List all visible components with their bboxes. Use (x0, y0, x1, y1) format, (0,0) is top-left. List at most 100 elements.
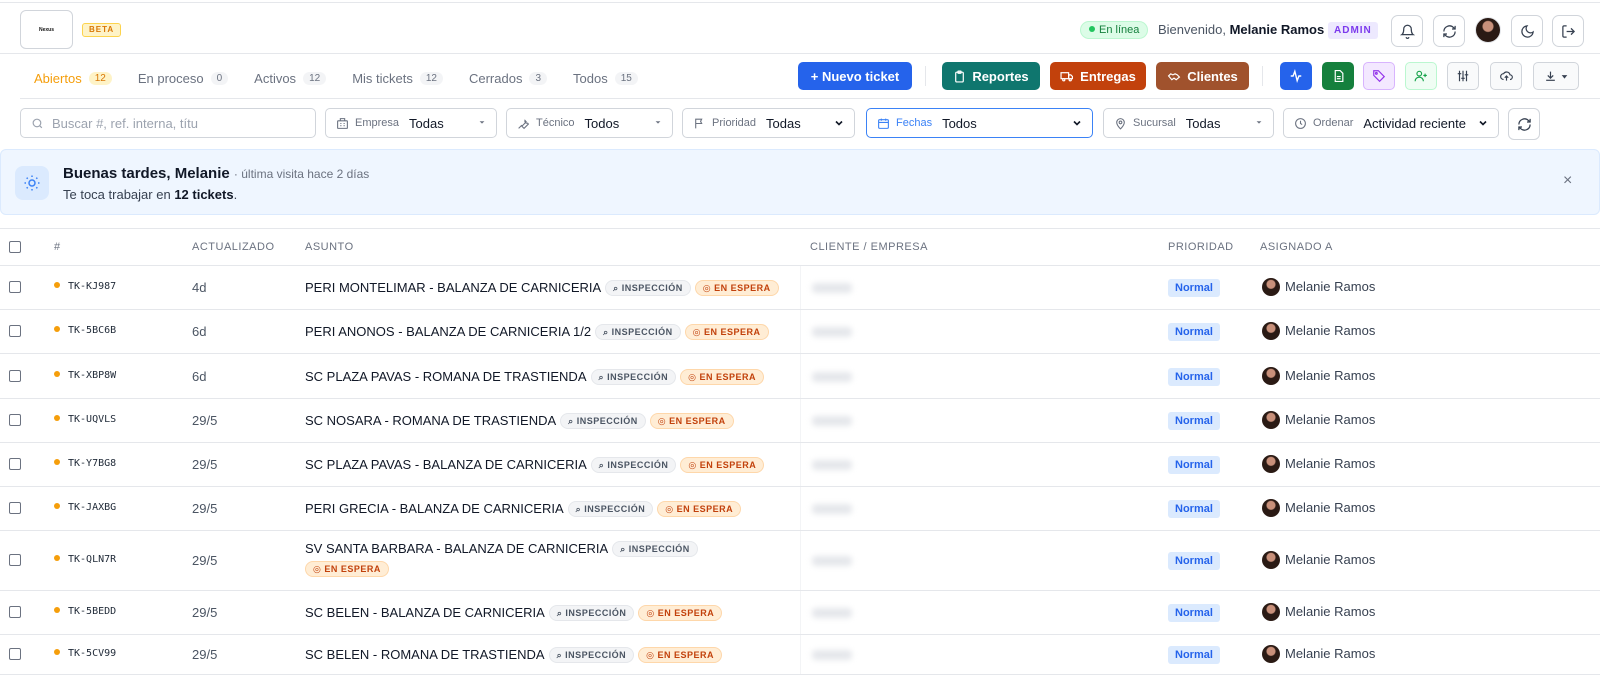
document-button[interactable] (1322, 62, 1354, 90)
ticket-id[interactable]: TK-Y7BG8 (54, 458, 116, 469)
clients-button[interactable]: Clientes (1156, 62, 1249, 90)
filter-ordenar[interactable]: Ordenar Actividad reciente (1283, 108, 1499, 138)
refresh-icon (1442, 24, 1456, 38)
ticket-subject[interactable]: SC PLAZA PAVAS - ROMANA DE TRASTIENDA ⌕ I… (305, 367, 795, 387)
ticket-id-text: TK-5CV99 (68, 648, 117, 659)
logout-button[interactable] (1552, 15, 1584, 47)
ticket-id[interactable]: TK-UQVLS (54, 414, 116, 425)
pause-icon: ◎ (313, 564, 322, 574)
add-user-button[interactable] (1405, 62, 1437, 90)
ticket-id[interactable]: TK-KJ987 (54, 281, 116, 292)
table-row[interactable]: TK-KJ987 4d PERI MONTELIMAR - BALANZA DE C… (0, 266, 1600, 310)
filter-value: Todos (584, 115, 620, 131)
ticket-id-text: TK-JAXBG (68, 502, 117, 513)
search-icon: ⌕ (613, 283, 619, 293)
ticket-subject[interactable]: PERI GRECIA - BALANZA DE CARNICERIA ⌕ INS… (305, 499, 795, 519)
column-header-updated[interactable]: ACTUALIZADO (192, 241, 275, 253)
flag-icon (695, 118, 703, 128)
upload-button[interactable] (1490, 62, 1522, 90)
column-header-assigned[interactable]: ASIGNADO A (1260, 241, 1333, 253)
ticket-subject[interactable]: SV SANTA BARBARA - BALANZA DE CARNICERIA… (305, 539, 795, 579)
table-row[interactable]: TK-5BEDD 29/5 SC BELEN - BALANZA DE CARNIC… (0, 591, 1600, 635)
row-checkbox[interactable] (9, 325, 21, 337)
ticket-id[interactable]: TK-5CV99 (54, 648, 116, 659)
column-header-priority[interactable]: PRIORIDAD (1168, 241, 1234, 253)
adjustments-button[interactable] (1447, 62, 1479, 90)
reports-button[interactable]: Reportes (942, 62, 1040, 90)
sync-button[interactable] (1433, 15, 1465, 47)
notifications-button[interactable] (1391, 15, 1423, 47)
row-checkbox[interactable] (9, 554, 21, 566)
filter-empresa[interactable]: Empresa Todas (325, 108, 497, 138)
table-row[interactable]: TK-Y7BG8 29/5 SC PLAZA PAVAS - BALANZA DE … (0, 443, 1600, 487)
ticket-subject[interactable]: SC BELEN - BALANZA DE CARNICERIA ⌕ INSPEC… (305, 603, 795, 623)
clients-label: Clientes (1187, 68, 1238, 84)
status-dot-icon (54, 459, 60, 465)
row-checkbox[interactable] (9, 648, 21, 660)
tags-button[interactable] (1363, 62, 1395, 90)
pause-icon: ◎ (688, 372, 697, 382)
row-checkbox[interactable] (9, 414, 21, 426)
table-row[interactable]: TK-5BC6B 6d PERI ANONOS - BALANZA DE CARNI… (0, 310, 1600, 354)
new-ticket-button[interactable]: + Nuevo ticket (798, 62, 912, 90)
ticket-id[interactable]: TK-XBP8W (54, 370, 116, 381)
ticket-id[interactable]: TK-5BC6B (54, 325, 116, 336)
filter-prioridad[interactable]: Prioridad Todas (682, 108, 855, 138)
filter-sucursal[interactable]: Sucursal Todas (1103, 108, 1274, 138)
table-row[interactable]: TK-XBP8W 6d SC PLAZA PAVAS - ROMANA DE TRA… (0, 354, 1600, 399)
tab-todos[interactable]: Todos 15 (573, 68, 638, 88)
theme-toggle-button[interactable] (1511, 15, 1543, 47)
waiting-badge: ◎ EN ESPERA (657, 501, 742, 517)
filter-tecnico[interactable]: Técnico Todos (506, 108, 673, 138)
row-checkbox[interactable] (9, 606, 21, 618)
ticket-subject[interactable]: SC NOSARA - ROMANA DE TRASTIENDA ⌕ INSPEC… (305, 411, 795, 431)
reports-label: Reportes (972, 68, 1029, 84)
app-logo[interactable]: Nexus (20, 10, 73, 49)
column-header-id[interactable]: # (54, 241, 61, 253)
ticket-subject[interactable]: SC BELEN - ROMANA DE TRASTIENDA ⌕ INSPECC… (305, 645, 795, 665)
ticket-subject[interactable]: SC PLAZA PAVAS - BALANZA DE CARNICERIA ⌕ … (305, 455, 795, 475)
ticket-subject[interactable]: PERI ANONOS - BALANZA DE CARNICERIA 1/2 ⌕… (305, 322, 795, 342)
table-row[interactable]: TK-UQVLS 29/5 SC NOSARA - ROMANA DE TRASTI… (0, 399, 1600, 443)
subject-text: SC PLAZA PAVAS - ROMANA DE TRASTIENDA (305, 369, 587, 384)
row-checkbox[interactable] (9, 370, 21, 382)
ticket-subject[interactable]: PERI MONTELIMAR - BALANZA DE CARNICERIA ⌕… (305, 278, 795, 298)
table-row[interactable]: TK-5CV99 29/5 SC BELEN - ROMANA DE TRASTIE… (0, 635, 1600, 675)
refresh-list-button[interactable] (1508, 108, 1540, 140)
tab-activos[interactable]: Activos 12 (254, 68, 327, 88)
deliveries-button[interactable]: Entregas (1050, 62, 1146, 90)
ticket-id[interactable]: TK-JAXBG (54, 502, 116, 513)
tag-icon (1373, 70, 1386, 83)
subject-text: PERI ANONOS - BALANZA DE CARNICERIA 1/2 (305, 324, 592, 339)
tab-cerrados[interactable]: Cerrados 3 (469, 68, 548, 88)
select-all-checkbox[interactable] (9, 241, 21, 253)
updated-time: 29/5 (192, 457, 218, 472)
ticket-id[interactable]: TK-QLN7R (54, 554, 116, 565)
welcome-text: Bienvenido, Melanie Ramos (1158, 22, 1324, 37)
badge-text: INSPECCIÓN (607, 372, 669, 382)
clipboard-icon (955, 69, 965, 83)
row-checkbox[interactable] (9, 281, 21, 293)
close-banner-icon[interactable]: × (1563, 172, 1572, 190)
column-header-subject[interactable]: ASUNTO (305, 241, 354, 253)
row-checkbox[interactable] (9, 502, 21, 514)
priority-badge: Normal (1168, 368, 1220, 386)
download-menu-button[interactable] (1533, 62, 1579, 90)
status-dot-icon (54, 555, 60, 561)
table-row[interactable]: TK-QLN7R 29/5 SV SANTA BARBARA - BALANZA D… (0, 531, 1600, 591)
column-header-client[interactable]: CLIENTE / EMPRESA (810, 241, 928, 253)
table-row[interactable]: TK-JAXBG 29/5 PERI GRECIA - BALANZA DE CAR… (0, 487, 1600, 531)
tab-mis-tickets[interactable]: Mis tickets 12 (352, 68, 443, 88)
user-avatar[interactable] (1475, 17, 1501, 43)
ticket-id[interactable]: TK-5BEDD (54, 606, 116, 617)
search-input[interactable] (52, 115, 292, 131)
priority-badge: Normal (1168, 552, 1220, 570)
tab-en-proceso[interactable]: En proceso 0 (137, 68, 229, 88)
status-dot-icon (54, 415, 60, 421)
tab-abiertos[interactable]: Abiertos 12 (34, 68, 112, 88)
filter-fechas[interactable]: Fechas Todos (866, 108, 1093, 138)
map-pin-icon (1116, 117, 1125, 130)
activity-button[interactable] (1280, 62, 1312, 90)
row-checkbox[interactable] (9, 458, 21, 470)
tab-label: En proceso (137, 70, 204, 86)
